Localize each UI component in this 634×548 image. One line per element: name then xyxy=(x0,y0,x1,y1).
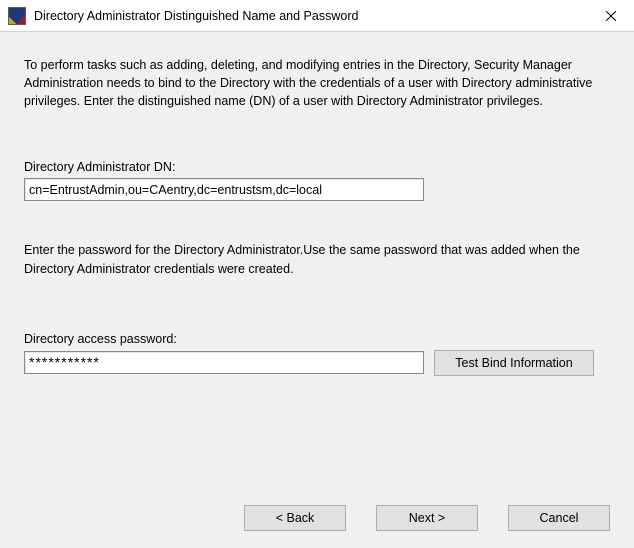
dialog-content: To perform tasks such as adding, deletin… xyxy=(0,32,634,488)
dn-input[interactable] xyxy=(24,178,424,201)
window-title: Directory Administrator Distinguished Na… xyxy=(34,9,588,23)
password-label: Directory access password: xyxy=(24,332,610,346)
dialog-window: Directory Administrator Distinguished Na… xyxy=(0,0,634,548)
test-bind-button[interactable]: Test Bind Information xyxy=(434,350,594,376)
app-icon xyxy=(8,7,26,25)
titlebar: Directory Administrator Distinguished Na… xyxy=(0,0,634,32)
dn-label: Directory Administrator DN: xyxy=(24,160,610,174)
next-button[interactable]: Next > xyxy=(376,505,478,531)
cancel-button[interactable]: Cancel xyxy=(508,505,610,531)
password-input[interactable]: *********** xyxy=(24,351,424,374)
password-row: *********** Test Bind Information xyxy=(24,350,610,376)
dialog-footer: < Back Next > Cancel xyxy=(0,488,634,548)
back-button[interactable]: < Back xyxy=(244,505,346,531)
close-button[interactable] xyxy=(588,0,634,32)
intro-text: To perform tasks such as adding, deletin… xyxy=(24,56,610,110)
close-icon xyxy=(606,11,616,21)
password-instructions: Enter the password for the Directory Adm… xyxy=(24,241,610,277)
